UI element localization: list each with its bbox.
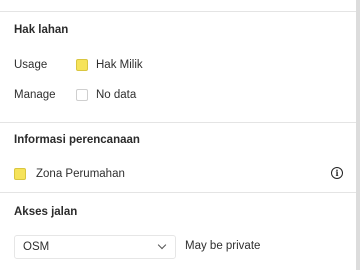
scrollbar[interactable] [356,0,360,270]
road-source-select[interactable]: OSM [14,235,176,259]
road-access-status: May be private [185,240,261,252]
manage-swatch [76,89,88,101]
manage-value: No data [96,89,137,101]
manage-label: Manage [14,89,56,101]
chevron-down-icon [157,240,167,250]
info-icon[interactable]: i [331,167,343,179]
zone-value: Zona Perumahan [36,168,125,180]
section-title-planning: Informasi perencanaan [14,134,140,146]
section-title-road-access: Akses jalan [14,206,78,218]
road-source-selected-value: OSM [23,241,50,253]
usage-swatch [76,59,88,71]
top-divider [0,11,356,12]
usage-value: Hak Milik [96,59,143,71]
usage-label: Usage [14,59,48,71]
divider-planning [0,122,356,123]
section-title-land-rights: Hak lahan [14,24,69,36]
divider-road-access [0,192,356,193]
zone-swatch [14,168,26,180]
